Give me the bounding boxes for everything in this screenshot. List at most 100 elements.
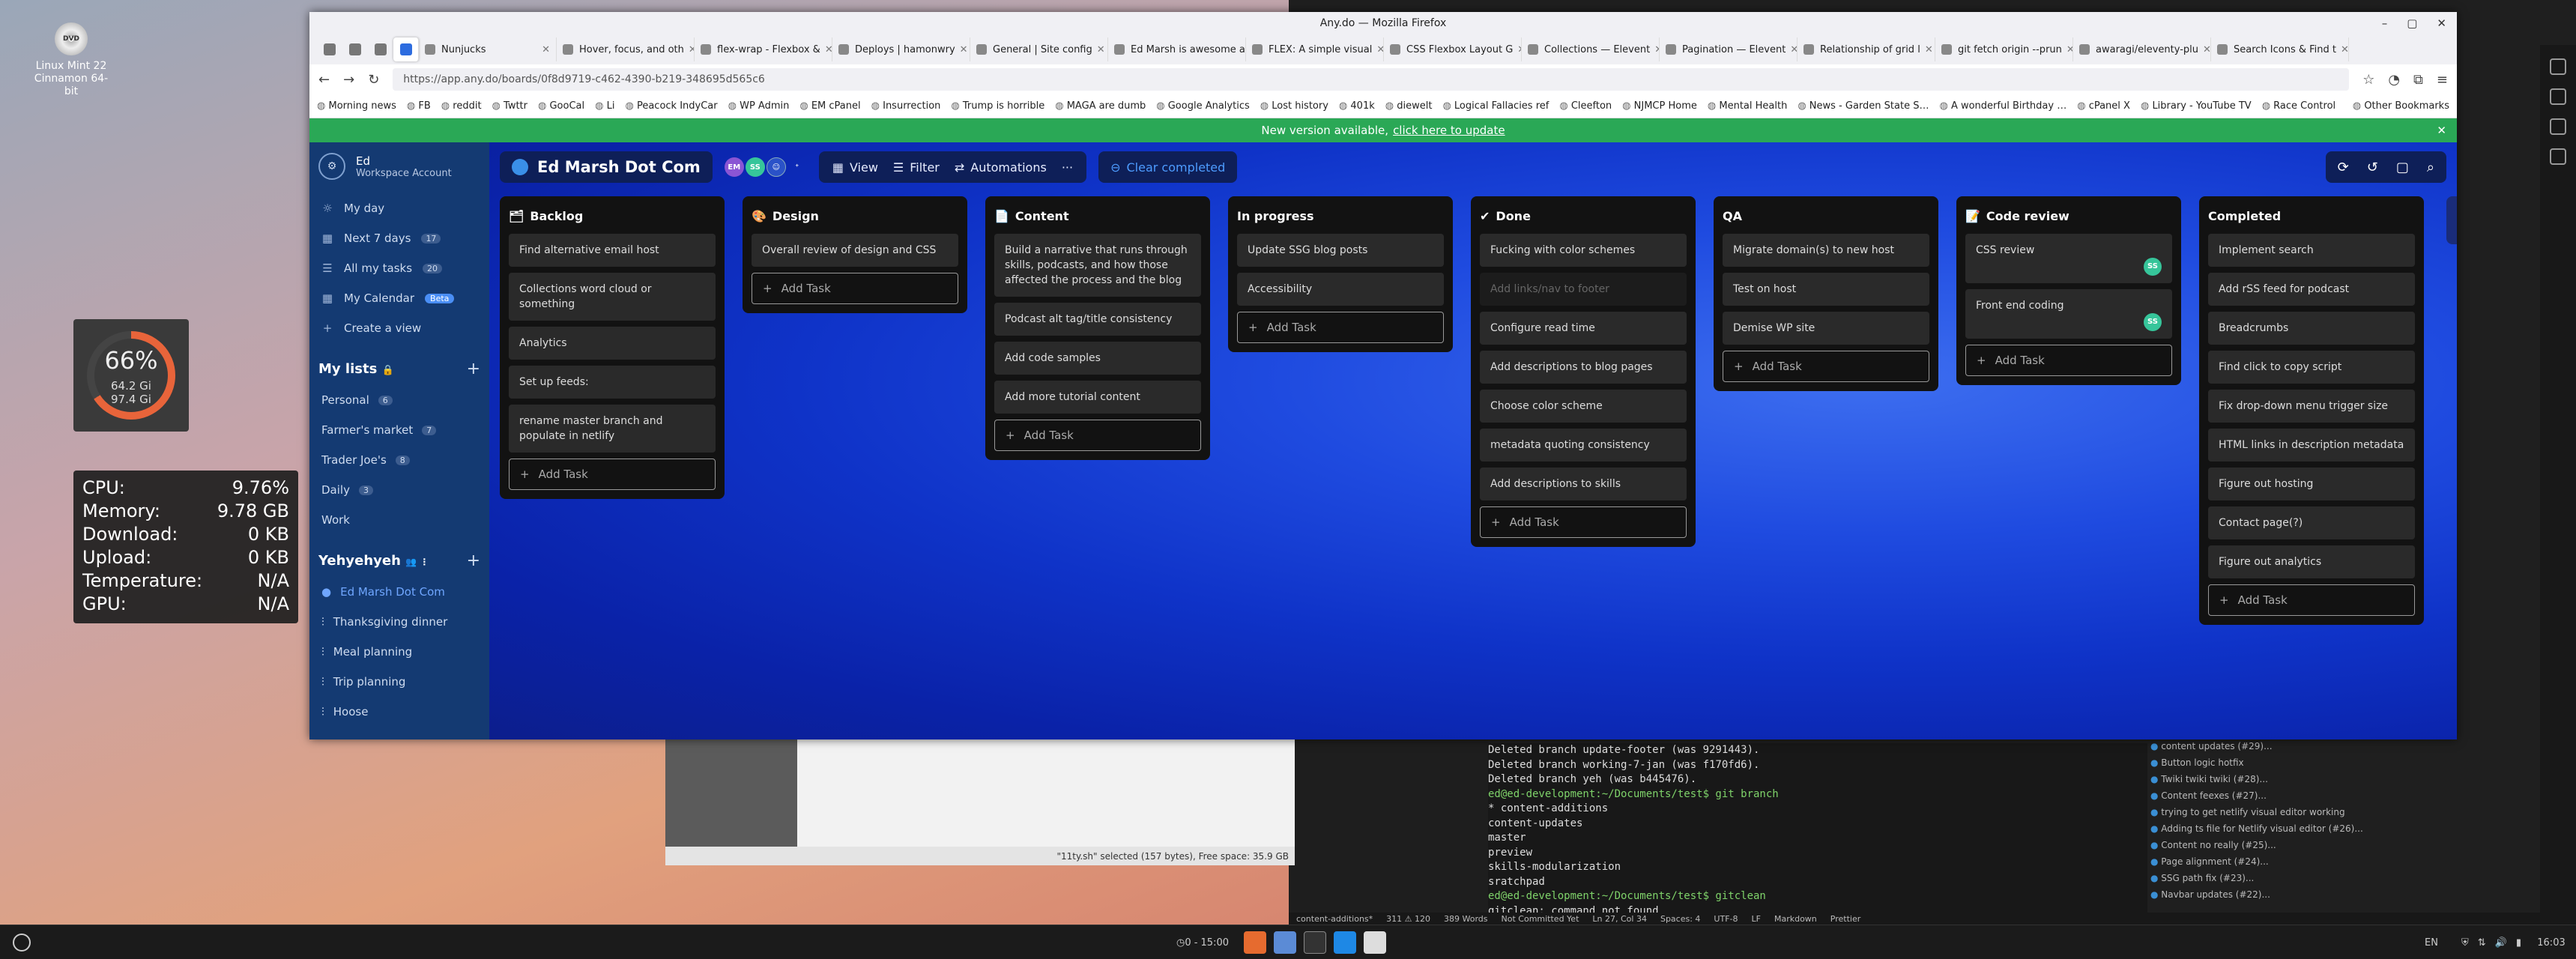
sidebar-item[interactable]: ▦ My Calendar Beta xyxy=(318,283,480,313)
status-item[interactable]: LF xyxy=(1752,914,1761,924)
task-card[interactable]: CSS review SS xyxy=(1965,234,2172,283)
column-header[interactable]: 🎨 Design xyxy=(752,204,958,228)
bookmark-item[interactable]: EM cPanel xyxy=(799,100,861,112)
battery-icon[interactable]: ▮ xyxy=(2516,937,2521,949)
add-task-button[interactable]: + Add Task xyxy=(752,273,958,304)
column-header[interactable]: QA xyxy=(1723,204,1929,228)
bookmark-item[interactable]: cPanel X xyxy=(2077,100,2130,112)
task-card[interactable]: Front end coding SS xyxy=(1965,289,2172,339)
bookmark-item[interactable]: FB xyxy=(407,100,430,112)
column-header[interactable]: Completed xyxy=(2208,204,2415,228)
bookmark-item[interactable]: diewelt xyxy=(1385,100,1432,112)
bookmark-item[interactable]: Google Analytics xyxy=(1156,100,1250,112)
task-card[interactable]: Add links/nav to footer xyxy=(1480,273,1687,306)
bookmark-item[interactable]: Logical Fallacies ref xyxy=(1442,100,1549,112)
terminal[interactable]: Deleted branch update-footer (was 929144… xyxy=(1488,743,2147,931)
browser-tab[interactable]: Relationship of grid l ✕ xyxy=(1798,37,1935,61)
board-item[interactable]: ⫶ Trip planning xyxy=(318,667,480,697)
close-icon[interactable]: ✕ xyxy=(2437,124,2446,137)
language-indicator[interactable]: EN xyxy=(2420,931,2443,954)
more-button[interactable]: ··· xyxy=(1054,151,1080,183)
status-item[interactable]: Ln 27, Col 34 xyxy=(1592,914,1647,924)
member-avatar[interactable]: EM xyxy=(724,157,744,177)
task-card[interactable]: Update SSG blog posts xyxy=(1237,234,1444,267)
git-commit[interactable]: Page alignment (#24)... xyxy=(2150,853,2540,870)
invite-icon[interactable]: ⁺ xyxy=(787,157,807,177)
list-item[interactable]: Farmer's market 7 xyxy=(318,415,480,445)
task-card[interactable]: Build a narrative that runs through skil… xyxy=(994,234,1201,297)
update-link[interactable]: click here to update xyxy=(1393,124,1505,137)
task-card[interactable]: Collections word cloud or something xyxy=(509,273,716,321)
terminal-taskbar-icon[interactable] xyxy=(1304,931,1326,954)
bookmark-item[interactable]: Peacock IndyCar xyxy=(625,100,718,112)
close-icon[interactable]: ✕ xyxy=(955,44,968,55)
search-icon[interactable]: ⌕ xyxy=(2427,160,2434,175)
menu-icon[interactable]: ≡ xyxy=(2437,72,2448,88)
bookmark-item[interactable]: GooCal xyxy=(538,100,584,112)
bookmark-item[interactable]: Trump is horrible xyxy=(951,100,1044,112)
git-commit[interactable]: SSG path fix (#23)... xyxy=(2150,870,2540,886)
task-card[interactable]: Add more tutorial content xyxy=(994,381,1201,414)
status-item[interactable]: UTF-8 xyxy=(1714,914,1738,924)
network-icon[interactable]: ⇅ xyxy=(2478,937,2486,949)
bookmark-item[interactable]: Library - YouTube TV xyxy=(2141,100,2251,112)
browser-tab[interactable]: Ed Marsh is awesome at✕ xyxy=(1108,37,1246,61)
close-icon[interactable]: ✕ xyxy=(820,44,832,55)
sidebar-item[interactable]: + Create a view xyxy=(318,313,480,343)
list-item[interactable]: Trader Joe's 8 xyxy=(318,445,480,475)
clipboard-taskbar-icon[interactable] xyxy=(1364,931,1386,954)
bookmark-item[interactable]: Li xyxy=(595,100,615,112)
git-commit[interactable]: Twiki twiki twiki (#28)... xyxy=(2150,771,2540,787)
add-board-button[interactable]: + xyxy=(467,551,480,570)
browser-tab[interactable]: General | Site config ✕ xyxy=(970,37,1108,61)
status-item[interactable]: content-additions* xyxy=(1296,914,1373,924)
column-header[interactable]: In progress xyxy=(1237,204,1444,228)
git-commit[interactable]: Content feexes (#27)... xyxy=(2150,787,2540,804)
git-commit[interactable]: content updates (#29)... xyxy=(2150,738,2540,754)
task-card[interactable]: Figure out analytics xyxy=(2208,545,2415,578)
column-header[interactable]: 📝 Code review xyxy=(1965,204,2172,228)
task-card[interactable]: Demise WP site xyxy=(1723,312,1929,345)
task-card[interactable]: Test on host xyxy=(1723,273,1929,306)
add-task-button[interactable]: + Add Task xyxy=(1965,345,2172,376)
browser-tab[interactable]: CSS Flexbox Layout G✕ xyxy=(1384,37,1522,61)
pinned-tab[interactable] xyxy=(342,37,368,61)
volume-icon[interactable]: 🔊 xyxy=(2495,937,2507,949)
assignee-avatar[interactable]: SS xyxy=(2144,258,2162,276)
close-icon[interactable]: ✕ xyxy=(2198,44,2210,55)
board-name-pill[interactable]: Ed Marsh Dot Com xyxy=(500,151,713,183)
vscode-taskbar-icon[interactable] xyxy=(1334,931,1356,954)
bookmark-item[interactable]: Mental Health xyxy=(1708,100,1787,112)
task-card[interactable]: Accessibility xyxy=(1237,273,1444,306)
bookmark-item[interactable]: WP Admin xyxy=(728,100,789,112)
source-control-icon[interactable] xyxy=(2550,118,2566,135)
pocket-icon[interactable]: ◔ xyxy=(2388,72,2400,88)
next-column-peek[interactable] xyxy=(2446,196,2457,244)
firefox-taskbar-icon[interactable] xyxy=(1244,931,1266,954)
task-card[interactable]: Breadcrumbs xyxy=(2208,312,2415,345)
pinned-tab-anydo[interactable] xyxy=(393,37,419,61)
column-header[interactable]: 🗂 Backlog xyxy=(509,204,716,228)
bookmark-item[interactable]: Insurrection xyxy=(871,100,940,112)
bookmark-item[interactable]: NJMCP Home xyxy=(1622,100,1697,112)
task-card[interactable]: Add rSS feed for podcast xyxy=(2208,273,2415,306)
add-task-button[interactable]: + Add Task xyxy=(994,420,1201,451)
sync-icon[interactable]: ⟳ xyxy=(2338,160,2349,175)
board-item[interactable]: ⫶ Thanksgiving dinner xyxy=(318,607,480,637)
add-task-button[interactable]: + Add Task xyxy=(1237,312,1444,343)
close-icon[interactable]: ✕ xyxy=(1920,44,1933,55)
view-button[interactable]: ▦ View xyxy=(825,151,886,183)
task-card[interactable]: Implement search xyxy=(2208,234,2415,267)
status-item[interactable]: Prettier xyxy=(1830,914,1860,924)
reload-icon[interactable]: ↻ xyxy=(368,72,379,88)
close-icon[interactable]: ✕ xyxy=(2437,16,2446,30)
clear-completed-button[interactable]: ⊖ Clear completed xyxy=(1098,151,1238,183)
task-card[interactable]: rename master branch and populate in net… xyxy=(509,405,716,453)
board-item[interactable]: ⫶ Meal planning xyxy=(318,637,480,667)
bookmark-item[interactable]: Twttr xyxy=(492,100,527,112)
status-item[interactable]: Spaces: 4 xyxy=(1660,914,1700,924)
column-header[interactable]: 📄 Content xyxy=(994,204,1201,228)
task-card[interactable]: metadata quoting consistency xyxy=(1480,429,1687,462)
search-icon[interactable] xyxy=(2550,88,2566,105)
close-icon[interactable]: ✕ xyxy=(2336,44,2348,55)
